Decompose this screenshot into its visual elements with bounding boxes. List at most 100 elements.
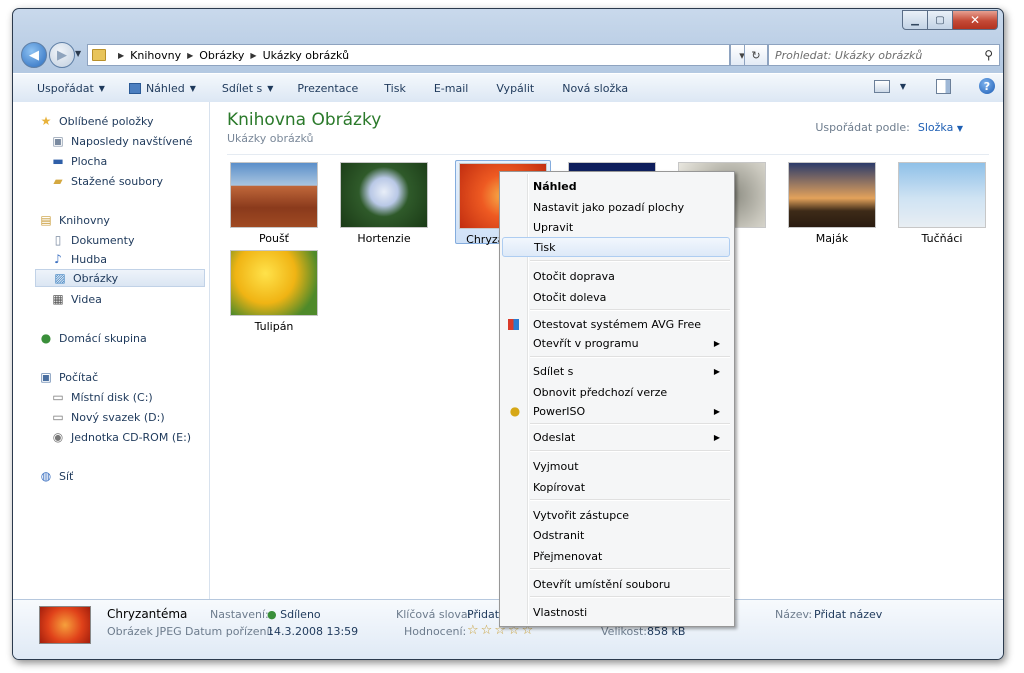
submenu-arrow-icon: ▶: [713, 338, 720, 348]
close-button[interactable]: ✕: [953, 10, 998, 30]
menu-item-delete[interactable]: Odstranit: [502, 525, 730, 545]
file-name: Chryzantéma: [107, 607, 188, 621]
nav-drive-c[interactable]: ▭ Místní disk (C:): [51, 388, 152, 406]
command-bar: Uspořádat ▼ Náhled ▼ Sdílet s ▼ Prezentace …: [13, 73, 1003, 103]
recent-pages-dropdown[interactable]: ▼: [75, 49, 81, 58]
nav-label: Stažené soubory: [71, 174, 163, 188]
email-button[interactable]: E-mail: [420, 82, 483, 95]
nav-drive-d[interactable]: ▭ Nový svazek (D:): [51, 408, 164, 426]
change-view-icon[interactable]: [873, 79, 890, 93]
homegroup-icon: ●: [267, 608, 277, 621]
menu-separator: [530, 499, 730, 501]
minimize-button[interactable]: ▁: [902, 10, 928, 30]
nav-videos[interactable]: ▦ Videa: [51, 290, 102, 308]
thumbnail-label: Hortenzie: [357, 232, 411, 245]
thumbnail-label: Maják: [815, 232, 849, 245]
menu-item-cut[interactable]: Vyjmout: [502, 456, 730, 476]
menu-item-restore-previous-versions[interactable]: Obnovit předchozí verze: [502, 382, 730, 402]
downloads-folder-icon: ▰: [53, 174, 63, 188]
menu-item-poweriso[interactable]: ● PowerISO ▶: [502, 401, 730, 421]
lighthouse-image: [788, 162, 876, 228]
cd-drive-icon: ◉: [52, 430, 64, 444]
burn-button[interactable]: Vypálit: [482, 82, 548, 95]
nav-recent-places[interactable]: ▣ Naposledy navštívené: [51, 132, 192, 150]
nav-downloads[interactable]: ▰ Stažené soubory: [51, 172, 163, 190]
slideshow-button[interactable]: Prezentace: [285, 82, 370, 95]
refresh-button[interactable]: ↻: [744, 44, 768, 66]
tulips-image: [230, 250, 318, 316]
nav-homegroup[interactable]: ● Domácí skupina: [39, 329, 147, 347]
keywords-value[interactable]: Přidat: [467, 608, 499, 621]
nav-label: Počítač: [59, 370, 99, 384]
print-button[interactable]: Tisk: [370, 82, 420, 95]
menu-item-preview[interactable]: Náhled: [502, 176, 730, 196]
breadcrumb-arrow-icon[interactable]: ▶: [187, 51, 193, 60]
thumbnail-label: Poušť: [259, 232, 289, 245]
breadcrumb-sample-pictures[interactable]: Ukázky obrázků: [263, 49, 349, 62]
new-folder-button[interactable]: Nová složka: [548, 82, 642, 95]
share-with-button[interactable]: Sdílet s ▼: [208, 82, 286, 95]
nav-label: Síť: [59, 469, 74, 483]
search-placeholder: Prohledat: Ukázky obrázků: [775, 48, 923, 62]
thumbnail-item[interactable]: Maják: [785, 162, 879, 245]
thumbnail-item[interactable]: Hortenzie: [337, 162, 431, 245]
arrange-by-dropdown[interactable]: Složka ▼: [918, 121, 963, 134]
maximize-button[interactable]: ▢: [928, 10, 953, 30]
menu-item-avg-scan[interactable]: Otestovat systémem AVG Free: [502, 314, 730, 334]
breadcrumb-arrow-icon[interactable]: ▶: [118, 51, 124, 60]
star-icon: ★: [40, 114, 52, 128]
preview-label: Náhled: [145, 81, 185, 95]
nav-pictures[interactable]: ▨ Obrázky: [35, 269, 205, 287]
menu-item-edit[interactable]: Upravit: [502, 217, 730, 237]
nav-music[interactable]: ♪ Hudba: [51, 250, 107, 268]
submenu-arrow-icon: ▶: [713, 432, 720, 442]
menu-item-open-file-location[interactable]: Otevřít umístění souboru: [502, 574, 730, 594]
thumbnail-item[interactable]: Tulipán: [227, 250, 321, 333]
share-with-label: Sdílet s: [221, 81, 263, 95]
menu-label: Otevřít umístění souboru: [533, 577, 671, 591]
menu-item-properties[interactable]: Vlastnosti: [502, 602, 730, 622]
menu-item-rename[interactable]: Přejmenovat: [502, 546, 730, 566]
menu-item-open-with[interactable]: Otevřít v programu ▶: [502, 333, 730, 353]
search-icon[interactable]: ⚲: [978, 48, 993, 62]
nav-documents[interactable]: ▯ Dokumenty: [51, 231, 135, 249]
thumbnail-item[interactable]: Tučňáci: [895, 162, 989, 245]
menu-item-print[interactable]: Tisk: [502, 237, 730, 257]
date-value[interactable]: 14.3.2008 13:59: [267, 625, 358, 638]
menu-item-copy[interactable]: Kopírovat: [502, 477, 730, 497]
nav-favorites[interactable]: ★ Oblíbené položky: [39, 112, 154, 130]
breadcrumb-pictures[interactable]: Obrázky: [199, 49, 244, 62]
nav-computer[interactable]: ▣ Počítač: [39, 368, 98, 386]
menu-item-rotate-clockwise[interactable]: Otočit doprava: [502, 266, 730, 286]
breadcrumb-arrow-icon[interactable]: ▶: [250, 51, 256, 60]
settings-value[interactable]: ● Sdíleno: [267, 608, 321, 621]
back-button[interactable]: ◀: [21, 42, 47, 68]
menu-label: Kopírovat: [533, 480, 586, 494]
preview-pane-icon[interactable]: [936, 78, 951, 94]
nav-cd-drive-e[interactable]: ◉ Jednotka CD-ROM (E:): [51, 428, 191, 446]
search-input[interactable]: Prohledat: Ukázky obrázků ⚲: [768, 44, 1000, 66]
menu-item-send-to[interactable]: Odeslat ▶: [502, 427, 730, 447]
help-icon[interactable]: ?: [979, 78, 995, 94]
forward-button[interactable]: ▶: [49, 42, 75, 68]
menu-item-set-desktop-background[interactable]: Nastavit jako pozadí plochy: [502, 197, 730, 217]
nav-desktop[interactable]: ▬ Plocha: [51, 152, 107, 170]
arrange-by-value: Složka: [917, 121, 954, 134]
menu-item-rotate-counterclockwise[interactable]: Otočit doleva: [502, 287, 730, 307]
menu-label: Sdílet s: [533, 364, 574, 378]
address-bar[interactable]: ▶ Knihovny ▶ Obrázky ▶ Ukázky obrázků: [87, 44, 730, 66]
title-value[interactable]: Přidat název: [814, 608, 882, 621]
menu-item-share-with[interactable]: Sdílet s ▶: [502, 361, 730, 381]
nav-network[interactable]: ◍ Síť: [39, 467, 74, 485]
thumbnail-item[interactable]: Poušť: [227, 162, 321, 245]
nav-libraries[interactable]: ▤ Knihovny: [39, 211, 110, 229]
menu-label: Vyjmout: [533, 459, 579, 473]
menu-item-create-shortcut[interactable]: Vytvořit zástupce: [502, 505, 730, 525]
documents-icon: ▯: [54, 233, 62, 247]
preview-button[interactable]: Náhled ▼: [117, 82, 208, 95]
computer-icon: ▣: [40, 370, 52, 384]
breadcrumb-libraries[interactable]: Knihovny: [130, 49, 181, 62]
organize-button[interactable]: Uspořádat ▼: [13, 82, 117, 95]
libraries-icon: ▤: [40, 213, 52, 227]
chevron-down-icon[interactable]: ▼: [900, 82, 906, 91]
